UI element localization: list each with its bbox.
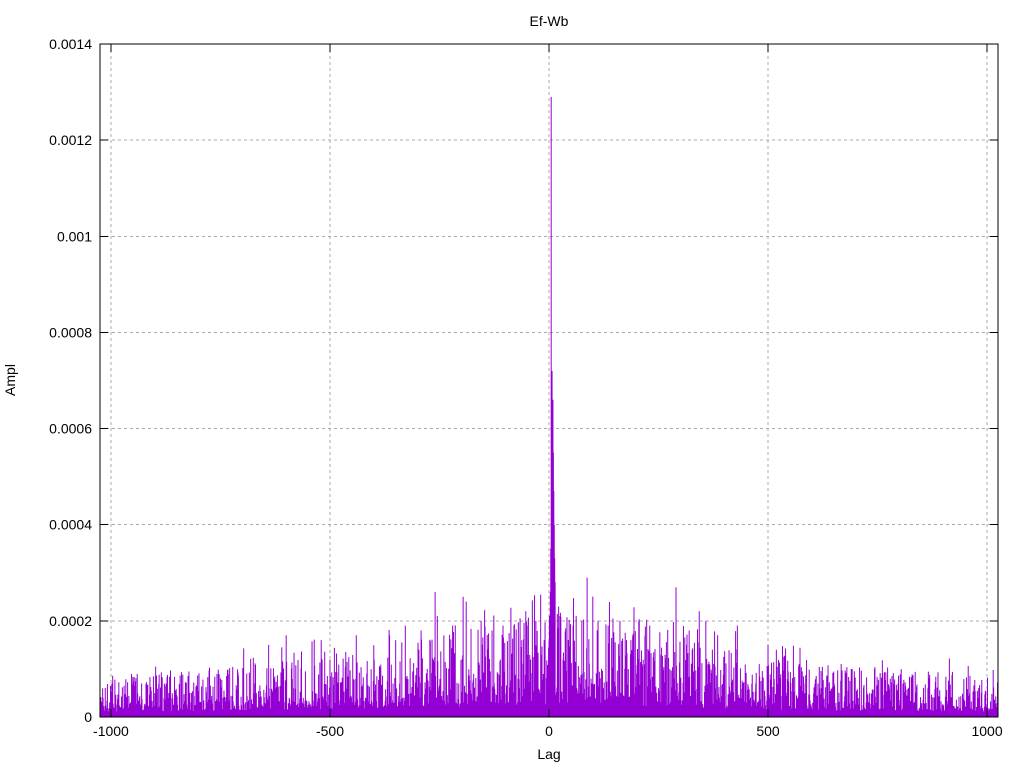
x-tick-label: 1000 xyxy=(971,723,1002,739)
y-tick-label: 0.0002 xyxy=(49,613,92,629)
x-tick-label: 0 xyxy=(545,723,553,739)
x-tick-labels: -1000 -500 0 500 1000 xyxy=(93,723,1003,739)
x-tick-label: 500 xyxy=(756,723,780,739)
y-axis-label: Ampl xyxy=(2,364,18,396)
y-tick-labels: 0 0.0002 0.0004 0.0006 0.0008 0.001 0.0012 0.00… xyxy=(49,36,92,725)
y-tick-label: 0.0012 xyxy=(49,132,92,148)
chart-canvas: -1000 -500 0 500 1000 0 0.0002 0.0004 0.0006 0.0… xyxy=(2,13,1003,762)
x-tick-label: -1000 xyxy=(93,723,129,739)
x-axis-label: Lag xyxy=(537,746,560,762)
chart-window: -1000 -500 0 500 1000 0 0.0002 0.0004 0.0006 0.0… xyxy=(0,0,1024,768)
y-tick-label: 0.001 xyxy=(57,228,92,244)
y-tick-label: 0.0008 xyxy=(49,324,92,340)
y-tick-label: 0 xyxy=(84,709,92,725)
chart-title: Ef-Wb xyxy=(530,13,569,29)
y-tick-label: 0.0004 xyxy=(49,517,92,533)
x-tick-label: -500 xyxy=(316,723,344,739)
y-tick-label: 0.0006 xyxy=(49,421,92,437)
y-tick-label: 0.0014 xyxy=(49,36,92,52)
